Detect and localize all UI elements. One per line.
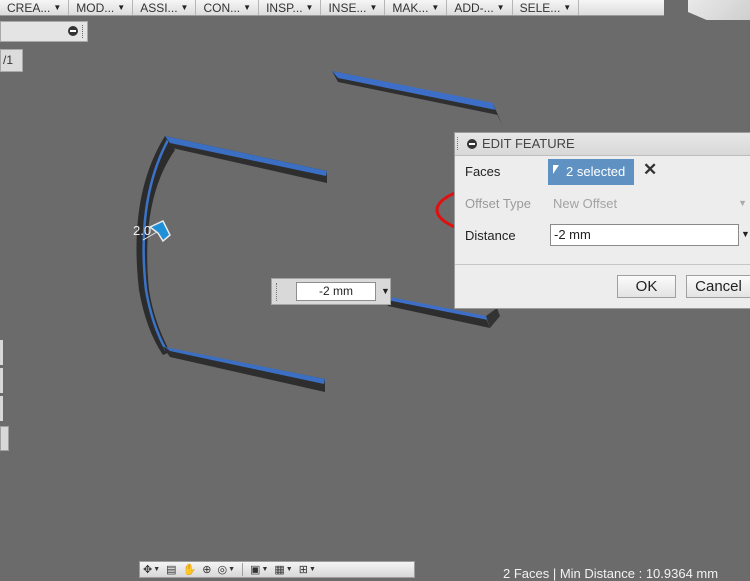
toolbar-inspect-label: INSP... [266, 0, 303, 15]
chevron-down-icon: ▼ [738, 198, 747, 208]
toolbar-create-label: CREA... [7, 0, 51, 15]
cancel-button[interactable]: Cancel [686, 275, 750, 298]
toolbar-modify[interactable]: MOD... ▼ [69, 0, 134, 15]
fit-icon[interactable]: ◎ ▼ [214, 562, 238, 577]
offset-type-row: Offset Type New Offset ▼ [455, 192, 750, 218]
left-panel-strip[interactable] [0, 396, 3, 421]
offset-shell-back[interactable] [332, 71, 502, 125]
dimension-label: 2.0 [133, 223, 151, 238]
zoom-icon[interactable]: ⊕ [199, 562, 214, 577]
navigation-bar: ✥ ▼ ▤ ✋ ⊕ ◎ ▼ ▣ ▼ ▦ ▼ ⊞ ▼ [139, 561, 415, 578]
left-panel-tab[interactable] [0, 426, 9, 451]
toolbar-insert-label: INSE... [328, 0, 367, 15]
toolbar-select[interactable]: SELE... ▼ [513, 0, 580, 15]
toolbar-add-ins-label: ADD-... [454, 0, 494, 15]
main-toolbar: CREA... ▼ MOD... ▼ ASSI... ▼ CON... ▼ INSP..… [0, 0, 664, 16]
left-panel-strip[interactable] [0, 368, 3, 393]
edit-feature-dialog: EDIT FEATURE Faces 2 selected ✕ Offset T… [454, 132, 750, 309]
toolbar-assemble[interactable]: ASSI... ▼ [133, 0, 197, 15]
toolbar-assemble-label: ASSI... [140, 0, 178, 15]
toolbar-insert[interactable]: INSE... ▼ [321, 0, 386, 15]
collapse-icon[interactable] [467, 139, 477, 149]
collapse-icon[interactable] [68, 26, 78, 36]
dialog-divider [455, 264, 750, 265]
chevron-down-icon[interactable]: ▼ [381, 286, 390, 296]
faces-row: Faces 2 selected ✕ [455, 159, 750, 186]
toolbar-modify-label: MOD... [76, 0, 115, 15]
chevron-down-icon: ▼ [563, 3, 572, 12]
dialog-title: EDIT FEATURE [482, 136, 575, 151]
orbit-icon[interactable]: ✥ ▼ [140, 562, 163, 577]
display-settings-icon[interactable]: ▣ ▼ [247, 562, 271, 577]
viewports-icon[interactable]: ⊞ ▼ [296, 562, 319, 577]
chevron-down-icon: ▼ [431, 3, 440, 12]
distance-row: Distance -2 mm ▼ [455, 224, 750, 250]
inline-distance-input[interactable]: -2 mm [296, 282, 376, 301]
toolbar-add-ins[interactable]: ADD-... ▼ [447, 0, 513, 15]
faces-selection-value: 2 selected [566, 164, 626, 179]
chevron-down-icon: ▼ [53, 3, 62, 12]
toolbar-make-label: MAK... [392, 0, 429, 15]
component-tab[interactable]: /1 [0, 49, 23, 72]
dialog-header: EDIT FEATURE [455, 133, 750, 156]
browser-panel-header [0, 21, 88, 42]
grip-handle[interactable] [82, 25, 85, 38]
chevron-down-icon: ▼ [496, 3, 505, 12]
chevron-down-icon: ▼ [369, 3, 378, 12]
inline-distance-box: -2 mm ▼ [271, 278, 391, 305]
toolbar-make[interactable]: MAK... ▼ [385, 0, 448, 15]
grip-handle[interactable] [457, 137, 460, 150]
cursor-icon [553, 165, 559, 174]
clear-selection-icon[interactable]: ✕ [643, 160, 657, 180]
toolbar-construct[interactable]: CON... ▼ [196, 0, 260, 15]
distance-input[interactable]: -2 mm [550, 224, 739, 246]
faces-selection-button[interactable]: 2 selected [548, 159, 634, 185]
faces-label: Faces [465, 164, 501, 179]
distance-label: Distance [465, 228, 516, 243]
left-panel-strip[interactable] [0, 340, 3, 365]
grip-handle[interactable] [276, 283, 279, 301]
offset-type-select[interactable]: New Offset [553, 196, 617, 211]
toolbar-select-label: SELE... [519, 0, 561, 15]
offset-shell-front[interactable] [136, 136, 327, 392]
toolbar-inspect[interactable]: INSP... ▼ [259, 0, 322, 15]
chevron-down-icon: ▼ [180, 3, 189, 12]
grid-icon[interactable]: ▦ ▼ [271, 562, 295, 577]
ok-button[interactable]: OK [617, 275, 676, 298]
component-tab-label: /1 [3, 53, 14, 67]
nav-divider [242, 563, 244, 576]
chevron-down-icon: ▼ [117, 3, 126, 12]
chevron-down-icon[interactable]: ▼ [741, 229, 750, 239]
toolbar-construct-label: CON... [203, 0, 241, 15]
toolbar-create[interactable]: CREA... ▼ [0, 0, 70, 15]
look-at-icon[interactable]: ▤ [163, 562, 179, 577]
chevron-down-icon: ▼ [243, 3, 252, 12]
offset-type-label: Offset Type [465, 196, 532, 211]
chevron-down-icon: ▼ [305, 3, 314, 12]
pan-icon[interactable]: ✋ [180, 562, 200, 577]
status-text: 2 Faces | Min Distance : 10.9364 mm [503, 566, 719, 581]
